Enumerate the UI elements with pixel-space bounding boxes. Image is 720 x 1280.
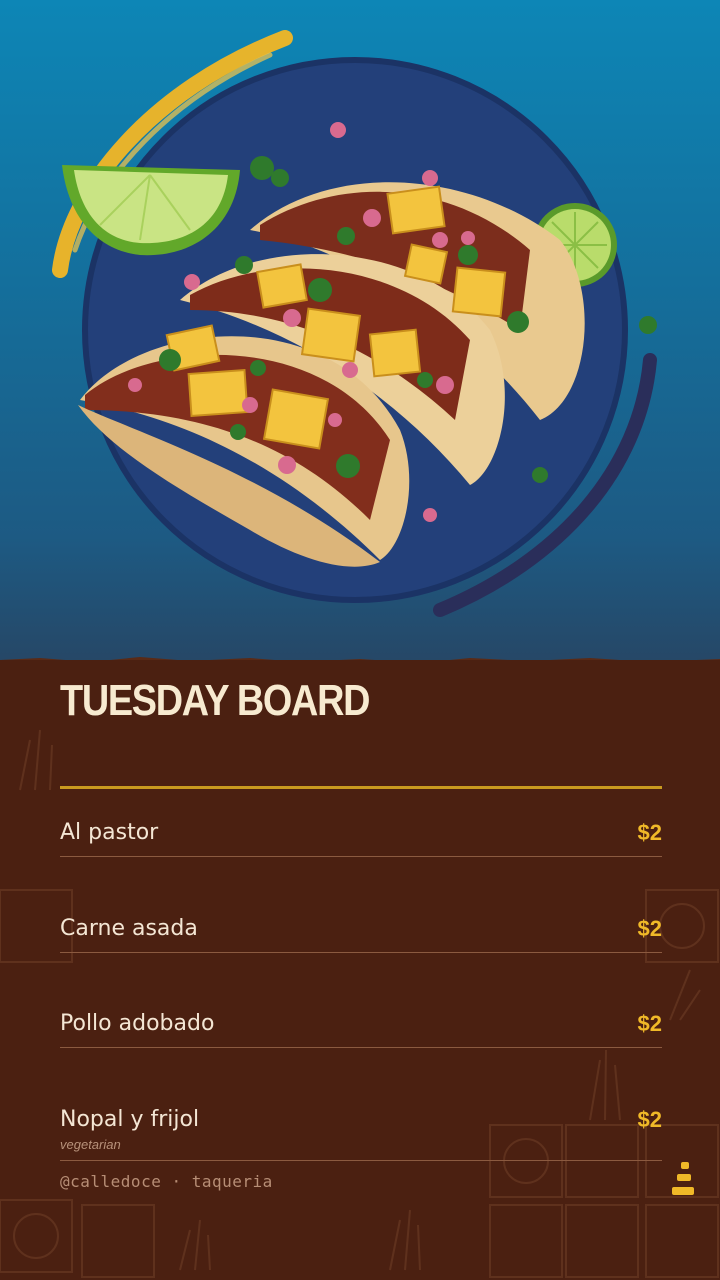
menu-item-divider <box>60 1160 662 1161</box>
menu-item-price: $2 <box>637 1011 662 1036</box>
menu-board-screen: TUESDAY BOARD Al pastor $2 Carne asada $… <box>0 0 720 1280</box>
menu-item-price: $2 <box>637 1107 662 1132</box>
tacos-hero-image <box>0 0 720 700</box>
menu-item[interactable]: Pollo adobado $2 <box>60 1011 662 1071</box>
menu-item-name: Al pastor <box>60 820 159 845</box>
menu-item[interactable]: Al pastor $2 <box>60 820 662 880</box>
menu-item-name: Nopal y frijol <box>60 1107 200 1132</box>
title-divider <box>60 786 662 789</box>
menu-item-divider <box>60 856 662 857</box>
menu-item-divider <box>60 1047 662 1048</box>
menu-item-name: Carne asada <box>60 916 198 941</box>
menu-item-name: Pollo adobado <box>60 1011 215 1036</box>
menu-item-price: $2 <box>637 820 662 845</box>
menu-item[interactable]: Carne asada $2 <box>60 916 662 976</box>
menu-item-divider <box>60 952 662 953</box>
bars-logo-icon <box>672 1162 694 1195</box>
menu-item-note: vegetarian <box>60 1137 121 1152</box>
social-handle: @calledoce · taqueria <box>60 1172 273 1191</box>
menu-item[interactable]: Nopal y frijol $2 vegetarian <box>60 1107 662 1167</box>
menu-item-price: $2 <box>637 916 662 941</box>
board-title: TUESDAY BOARD <box>60 676 370 725</box>
